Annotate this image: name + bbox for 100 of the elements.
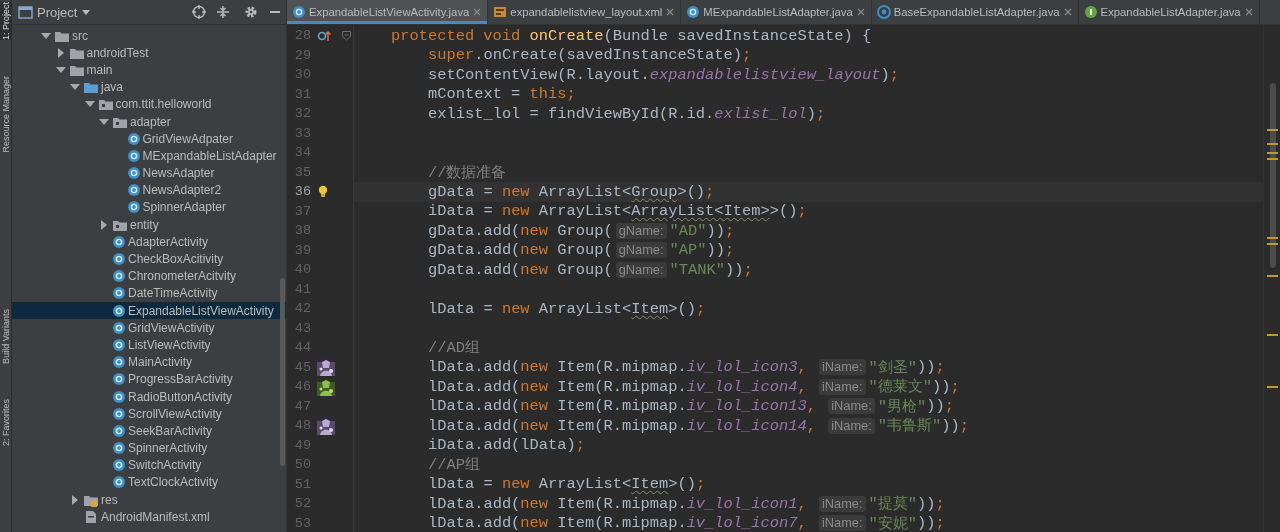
- tree-item[interactable]: entity: [12, 216, 286, 234]
- layout-file-icon: [493, 5, 508, 19]
- class-icon: [112, 337, 126, 352]
- class-icon: [126, 200, 141, 215]
- source-folder-icon: [83, 80, 99, 95]
- side-tool-tab[interactable]: Build Variants: [0, 308, 11, 364]
- override-method-icon[interactable]: [317, 28, 331, 43]
- tree-item[interactable]: DateTimeActivity: [12, 284, 286, 302]
- interface-icon: [1083, 5, 1098, 19]
- class-icon: [112, 286, 126, 301]
- line-number: 43: [293, 320, 312, 336]
- locate-icon[interactable]: [192, 5, 206, 19]
- code-line: gData = new ArrayList<Group>();: [428, 182, 715, 201]
- code-line: lData.add(new Item(R.mipmap.iv_lol_icon4, iName: "德莱文"));: [428, 376, 960, 398]
- tree-item[interactable]: ChronometerAcitvity: [12, 267, 286, 285]
- editor-tab[interactable]: ExpandableListAdapter.java: [1078, 0, 1260, 24]
- class-icon: [112, 389, 126, 404]
- line-number: 50: [293, 457, 312, 473]
- line-number: 31: [293, 86, 312, 102]
- side-tool-tab[interactable]: Resource Manager: [0, 76, 11, 153]
- tree-item[interactable]: GridViewAdpater: [12, 130, 286, 148]
- tree-item[interactable]: com.ttit.helloworld: [12, 95, 286, 113]
- tree-item[interactable]: res: [12, 491, 286, 509]
- code-line: protected void onCreate(Bundle savedInstanceState) {: [391, 26, 872, 45]
- fold-marker-icon[interactable]: [341, 29, 352, 42]
- class-icon: [112, 303, 126, 318]
- tree-item[interactable]: MExpandableListAdapter: [12, 147, 286, 165]
- line-number: 34: [293, 145, 312, 161]
- close-icon[interactable]: [665, 7, 676, 17]
- class-icon: [126, 148, 141, 163]
- code-line: //数据准备: [428, 162, 507, 183]
- dropdown-caret-icon[interactable]: [81, 7, 92, 17]
- class-icon: [126, 183, 141, 198]
- line-number: 49: [293, 437, 312, 453]
- class-icon: [112, 372, 126, 387]
- line-number: 46: [293, 379, 312, 395]
- code-line: lData.add(new Item(R.mipmap.iv_lol_icon3, iName: "剑圣"));: [428, 357, 945, 378]
- line-number: 32: [293, 106, 312, 122]
- class-icon: [112, 234, 126, 249]
- tree-item[interactable]: AdapterActivity: [12, 233, 286, 251]
- tree-item[interactable]: src: [12, 27, 286, 45]
- code-line: lData = new ArrayList<Item>();: [428, 299, 706, 318]
- class-icon: [112, 320, 126, 335]
- panel-title[interactable]: Project: [37, 4, 78, 20]
- code-line: lData.add(new Item(R.mipmap.iv_lol_icon14, iName: "韦鲁斯"));: [428, 415, 969, 437]
- tree-item[interactable]: AndroidManifest.xml: [12, 508, 286, 526]
- tree-item[interactable]: androidTest: [12, 44, 286, 62]
- error-stripe[interactable]: [1263, 25, 1280, 532]
- tree-item[interactable]: ExpandableListViewActivity: [12, 302, 286, 320]
- editor-tab[interactable]: BaseExpandableListAdapter.java: [871, 0, 1079, 24]
- tree-item[interactable]: main: [12, 61, 286, 79]
- scrollbar-thumb[interactable]: [280, 278, 285, 466]
- tree-item[interactable]: MainActivity: [12, 353, 286, 371]
- side-tool-tab[interactable]: 2: Favorites: [0, 399, 11, 447]
- line-number: 41: [293, 281, 312, 297]
- class-icon: [112, 423, 126, 438]
- code-line: super.onCreate(savedInstanceState);: [428, 46, 752, 65]
- project-view-icon: [18, 4, 33, 20]
- tree-item[interactable]: NewsAdapter2: [12, 181, 286, 199]
- editor-tab[interactable]: expandablelistview_layout.xml: [488, 0, 682, 24]
- tree-item[interactable]: java: [12, 78, 286, 96]
- tree-item[interactable]: TextClockActivity: [12, 473, 286, 492]
- class-icon: [112, 406, 126, 421]
- collapse-all-icon[interactable]: [216, 5, 230, 19]
- tree-item[interactable]: SpinnerAdapter: [12, 198, 286, 217]
- class-icon: [112, 252, 126, 267]
- tree-item[interactable]: CheckBoxAcitivity: [12, 250, 286, 268]
- tree-item[interactable]: ScrollViewActivity: [12, 405, 286, 423]
- code-line: lData.add(new Item(R.mipmap.iv_lol_icon7, iName: "安妮"));: [428, 513, 945, 532]
- class-icon: [112, 441, 126, 456]
- tree-item[interactable]: SwitchActivity: [12, 456, 286, 474]
- tree-item[interactable]: GridViewActivity: [12, 319, 286, 337]
- code-line: gData.add(new Group( gName: "AD"));: [428, 221, 735, 240]
- tree-item[interactable]: NewsAdapter: [12, 164, 286, 182]
- code-line: mContext = this;: [428, 85, 576, 104]
- class-icon: [126, 166, 141, 181]
- side-tool-tab[interactable]: 1: Project: [0, 2, 11, 41]
- line-number: 35: [293, 164, 312, 180]
- editor-tab[interactable]: MExpandableListAdapter.java: [681, 0, 872, 24]
- line-number: 36: [293, 184, 312, 200]
- tree-item[interactable]: adapter: [12, 112, 286, 131]
- tree-item[interactable]: SeekBarActivity: [12, 422, 286, 440]
- class-icon: [112, 458, 126, 473]
- line-number: 29: [293, 47, 312, 63]
- class-icon: [686, 5, 701, 19]
- editor-tab[interactable]: ExpandableListViewActivity.java: [287, 0, 489, 24]
- abstract-class-icon: [876, 5, 891, 19]
- close-icon[interactable]: [1062, 7, 1073, 17]
- lightbulb-icon[interactable]: [317, 185, 329, 199]
- close-icon[interactable]: [855, 7, 866, 17]
- tree-item[interactable]: ProgressBarActivity: [12, 370, 286, 388]
- close-icon[interactable]: [1243, 7, 1254, 17]
- tree-item[interactable]: RadioButtonActivity: [12, 387, 286, 406]
- code-line: lData.add(new Item(R.mipmap.iv_lol_icon1, iName: "提莫"));: [428, 493, 945, 515]
- settings-icon[interactable]: [244, 5, 258, 19]
- tree-item[interactable]: ListViewActivity: [12, 336, 286, 354]
- tree-item[interactable]: SpinnerActivity: [12, 439, 286, 457]
- line-number: 28: [293, 28, 312, 44]
- line-number: 33: [293, 125, 312, 141]
- code-line: setContentView(R.layout.expandablelistview_layout);: [428, 65, 900, 84]
